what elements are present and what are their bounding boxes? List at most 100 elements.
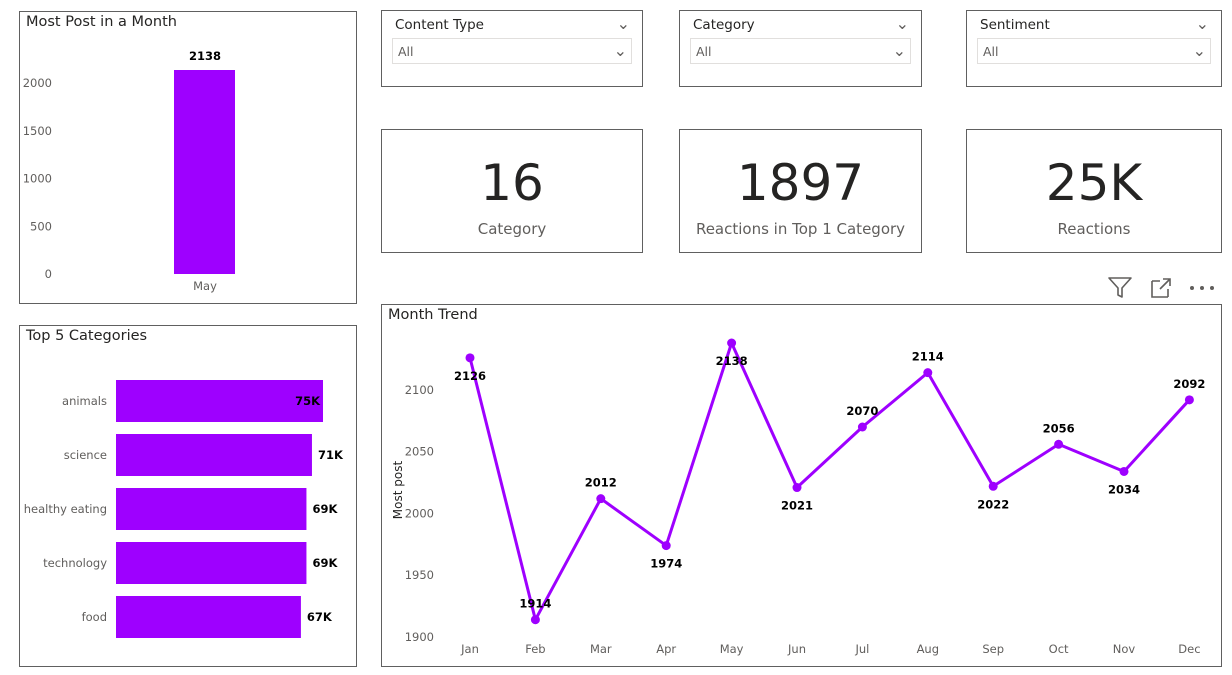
y-tick-label: 1900: [405, 630, 434, 644]
x-tick-label: Nov: [1113, 642, 1136, 656]
category-label: healthy eating: [24, 502, 107, 516]
data-label: 2126: [454, 369, 486, 383]
y-tick-label: 2050: [405, 445, 434, 459]
data-point: [857, 422, 867, 432]
data-point: [661, 541, 671, 551]
slicer-value: All: [983, 44, 999, 59]
card-category-count[interactable]: 16 Category: [381, 129, 643, 253]
x-tick-label: Jun: [787, 642, 806, 656]
card-label: Category: [477, 220, 547, 238]
x-tick-label: Apr: [656, 642, 676, 656]
slicer-label: Category: [693, 17, 755, 33]
data-label: 2056: [1043, 421, 1075, 435]
bar: [174, 70, 235, 274]
x-tick-label: Dec: [1178, 642, 1200, 656]
data-label: 2138: [189, 49, 221, 63]
y-tick-label: 0: [45, 267, 52, 281]
trend-line: [468, 341, 1191, 622]
bar: [116, 434, 312, 476]
y-tick-label: 2100: [405, 383, 434, 397]
data-label: 69K: [312, 502, 338, 516]
y-tick-label: 1950: [405, 568, 434, 582]
chevron-down-icon[interactable]: ⌄: [1193, 41, 1206, 60]
category-label: technology: [43, 556, 107, 570]
filter-icon[interactable]: [1107, 275, 1133, 301]
slicer-category[interactable]: Category ⌄ All ⌄: [679, 10, 922, 87]
slicer-label: Sentiment: [980, 17, 1050, 33]
x-tick-label: Feb: [525, 642, 545, 656]
bar: [116, 542, 307, 584]
data-point: [1054, 439, 1064, 449]
sentiment-dropdown[interactable]: All ⌄: [977, 38, 1211, 64]
card-value: 16: [480, 154, 544, 212]
card-value: 25K: [1045, 154, 1143, 212]
chevron-down-icon[interactable]: ⌄: [614, 41, 627, 60]
data-label: 75K: [295, 394, 321, 408]
chevron-down-icon[interactable]: ⌄: [893, 41, 906, 60]
data-label: 71K: [318, 448, 344, 462]
category-label: science: [64, 448, 107, 462]
content-type-dropdown[interactable]: All ⌄: [392, 38, 632, 64]
slicer-value: All: [696, 44, 712, 59]
y-tick-label: 1500: [23, 124, 52, 138]
x-tick-label: Mar: [590, 642, 612, 656]
category-label: animals: [62, 394, 107, 408]
data-label: 1914: [519, 597, 551, 611]
data-point: [988, 481, 998, 491]
focus-mode-icon[interactable]: [1148, 275, 1174, 301]
data-label: 2012: [585, 476, 617, 490]
card-reactions[interactable]: 25K Reactions: [966, 129, 1222, 253]
data-point: [727, 338, 737, 348]
data-point: [792, 483, 802, 493]
data-label: 67K: [307, 610, 333, 624]
x-tick-label: Sep: [982, 642, 1004, 656]
data-point: [596, 494, 606, 504]
bar: [116, 380, 323, 422]
chevron-down-icon[interactable]: ⌄: [1196, 14, 1209, 33]
data-point: [530, 615, 540, 625]
bar: [116, 596, 301, 638]
data-label: 2092: [1173, 377, 1205, 391]
x-tick-label: Jan: [460, 642, 479, 656]
slicer-sentiment[interactable]: Sentiment ⌄ All ⌄: [966, 10, 1222, 87]
slicer-label: Content Type: [395, 17, 484, 33]
category-dropdown[interactable]: All ⌄: [690, 38, 911, 64]
card-value: 1897: [736, 154, 865, 212]
data-point: [465, 353, 475, 363]
data-label: 1974: [650, 557, 682, 571]
y-axis-title: Most post: [391, 461, 405, 520]
data-label: 2114: [912, 350, 944, 364]
slicer-value: All: [398, 44, 414, 59]
data-label: 2022: [977, 497, 1009, 511]
data-label: 2070: [846, 404, 878, 418]
slicer-content-type[interactable]: Content Type ⌄ All ⌄: [381, 10, 643, 87]
data-point: [1184, 395, 1194, 405]
most-post-chart: 0 500 1000 1500 2000 2138 May: [23, 49, 235, 293]
chevron-down-icon[interactable]: ⌄: [896, 14, 909, 33]
y-tick-label: 500: [30, 219, 52, 233]
x-tick-label: Jul: [854, 642, 869, 656]
data-point: [1119, 466, 1129, 476]
x-tick-label: Oct: [1049, 642, 1069, 656]
data-point: [923, 368, 933, 378]
x-tick-label: May: [720, 642, 744, 656]
data-label: 2021: [781, 499, 813, 513]
chevron-down-icon[interactable]: ⌄: [617, 14, 630, 33]
card-top1-reactions[interactable]: 1897 Reactions in Top 1 Category: [679, 129, 922, 253]
top5-categories-panel[interactable]: Top 5 Categories animals 75K science 71K hea…: [19, 325, 357, 667]
data-label: 2034: [1108, 482, 1140, 496]
y-tick-label: 2000: [23, 76, 52, 90]
card-label: Reactions in Top 1 Category: [695, 220, 906, 238]
more-options-icon[interactable]: [1188, 275, 1216, 301]
category-label: food: [82, 610, 107, 624]
data-label: 2138: [716, 354, 748, 368]
month-trend-panel[interactable]: Month Trend Most post 1900 1950 2000 2050 210…: [381, 304, 1222, 667]
card-label: Reactions: [1057, 220, 1131, 238]
top5-chart: animals 75K science 71K healthy eating 69K tec…: [24, 380, 344, 638]
most-post-panel[interactable]: Most Post in a Month 0 500 1000 1500 2000 213…: [19, 11, 357, 304]
bar: [116, 488, 307, 530]
y-tick-label: 1000: [23, 172, 52, 186]
month-trend-chart: Most post 1900 1950 2000 2050 2100 2126 Jan 1914…: [391, 338, 1205, 656]
data-label: 69K: [312, 556, 338, 570]
y-tick-label: 2000: [405, 506, 434, 520]
